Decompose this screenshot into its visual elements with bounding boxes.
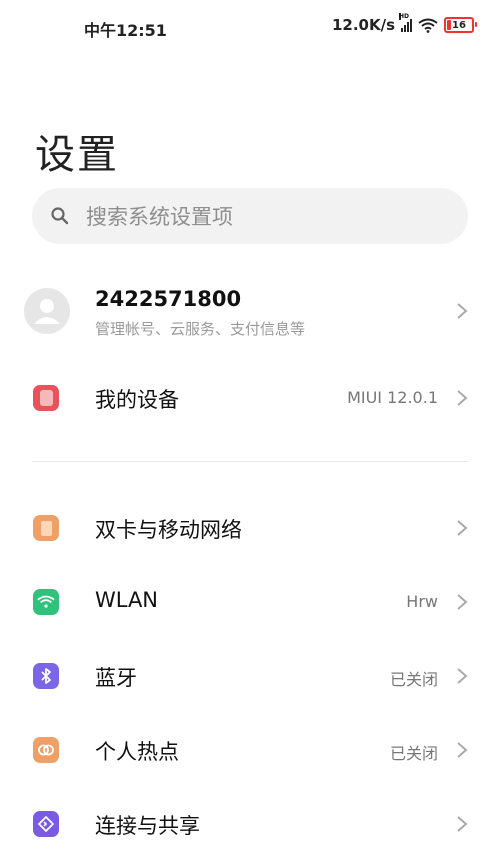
chevron-right-icon [457,520,468,536]
chevron-right-icon [457,668,468,684]
network-speed: 12.0K/s [331,16,395,34]
my-device-label: 我的设备 [95,388,179,412]
hd-label: HD [399,13,410,20]
hotspot-icon [32,736,60,764]
battery-icon: 16 [444,17,477,33]
sim-network-row[interactable]: 双卡与移动网络 [0,500,500,556]
device-icon [32,384,60,412]
account-row[interactable]: 2422571800 管理帐号、云服务、支付信息等 [0,272,500,350]
bluetooth-icon [32,662,60,690]
bluetooth-value: 已关闭 [389,670,438,689]
share-icon [32,810,60,838]
page-title: 设置 [35,132,119,178]
wifi-icon [32,588,60,616]
avatar [24,288,70,334]
chevron-right-icon [457,816,468,832]
account-subtitle: 管理帐号、云服务、支付信息等 [95,320,306,338]
chevron-right-icon [457,742,468,758]
hotspot-row[interactable]: 个人热点 已关闭 [0,722,500,778]
wifi-status-icon [418,18,438,33]
my-device-value: MIUI 12.0.1 [347,388,438,407]
search-bar[interactable]: 搜索系统设置项 [32,188,468,244]
bluetooth-row[interactable]: 蓝牙 已关闭 [0,648,500,704]
search-icon [51,207,69,225]
signal-icon: HD [399,13,412,32]
hotspot-value: 已关闭 [389,744,438,763]
search-placeholder: 搜索系统设置项 [86,205,233,229]
connection-sharing-label: 连接与共享 [95,814,200,838]
connection-sharing-row[interactable]: 连接与共享 [0,796,500,852]
status-time: 中午12:51 [84,21,167,40]
status-icons: 12.0K/s HD 16 [331,13,477,34]
wlan-row[interactable]: WLAN Hrw [0,574,500,630]
sim-card-icon [32,514,60,542]
sim-network-label: 双卡与移动网络 [95,518,242,542]
wlan-value: Hrw [406,592,438,611]
account-id: 2422571800 [95,287,242,311]
my-device-row[interactable]: 我的设备 MIUI 12.0.1 [0,370,500,426]
wlan-label: WLAN [95,588,159,612]
user-icon [34,299,60,324]
chevron-right-icon [457,594,468,610]
chevron-right-icon [457,390,468,406]
chevron-right-icon [457,303,468,319]
hotspot-label: 个人热点 [95,740,179,764]
divider [32,461,468,462]
bluetooth-label: 蓝牙 [95,666,137,690]
status-bar: 中午12:51 12.0K/s HD 16 [0,0,500,56]
battery-level: 16 [452,19,466,31]
